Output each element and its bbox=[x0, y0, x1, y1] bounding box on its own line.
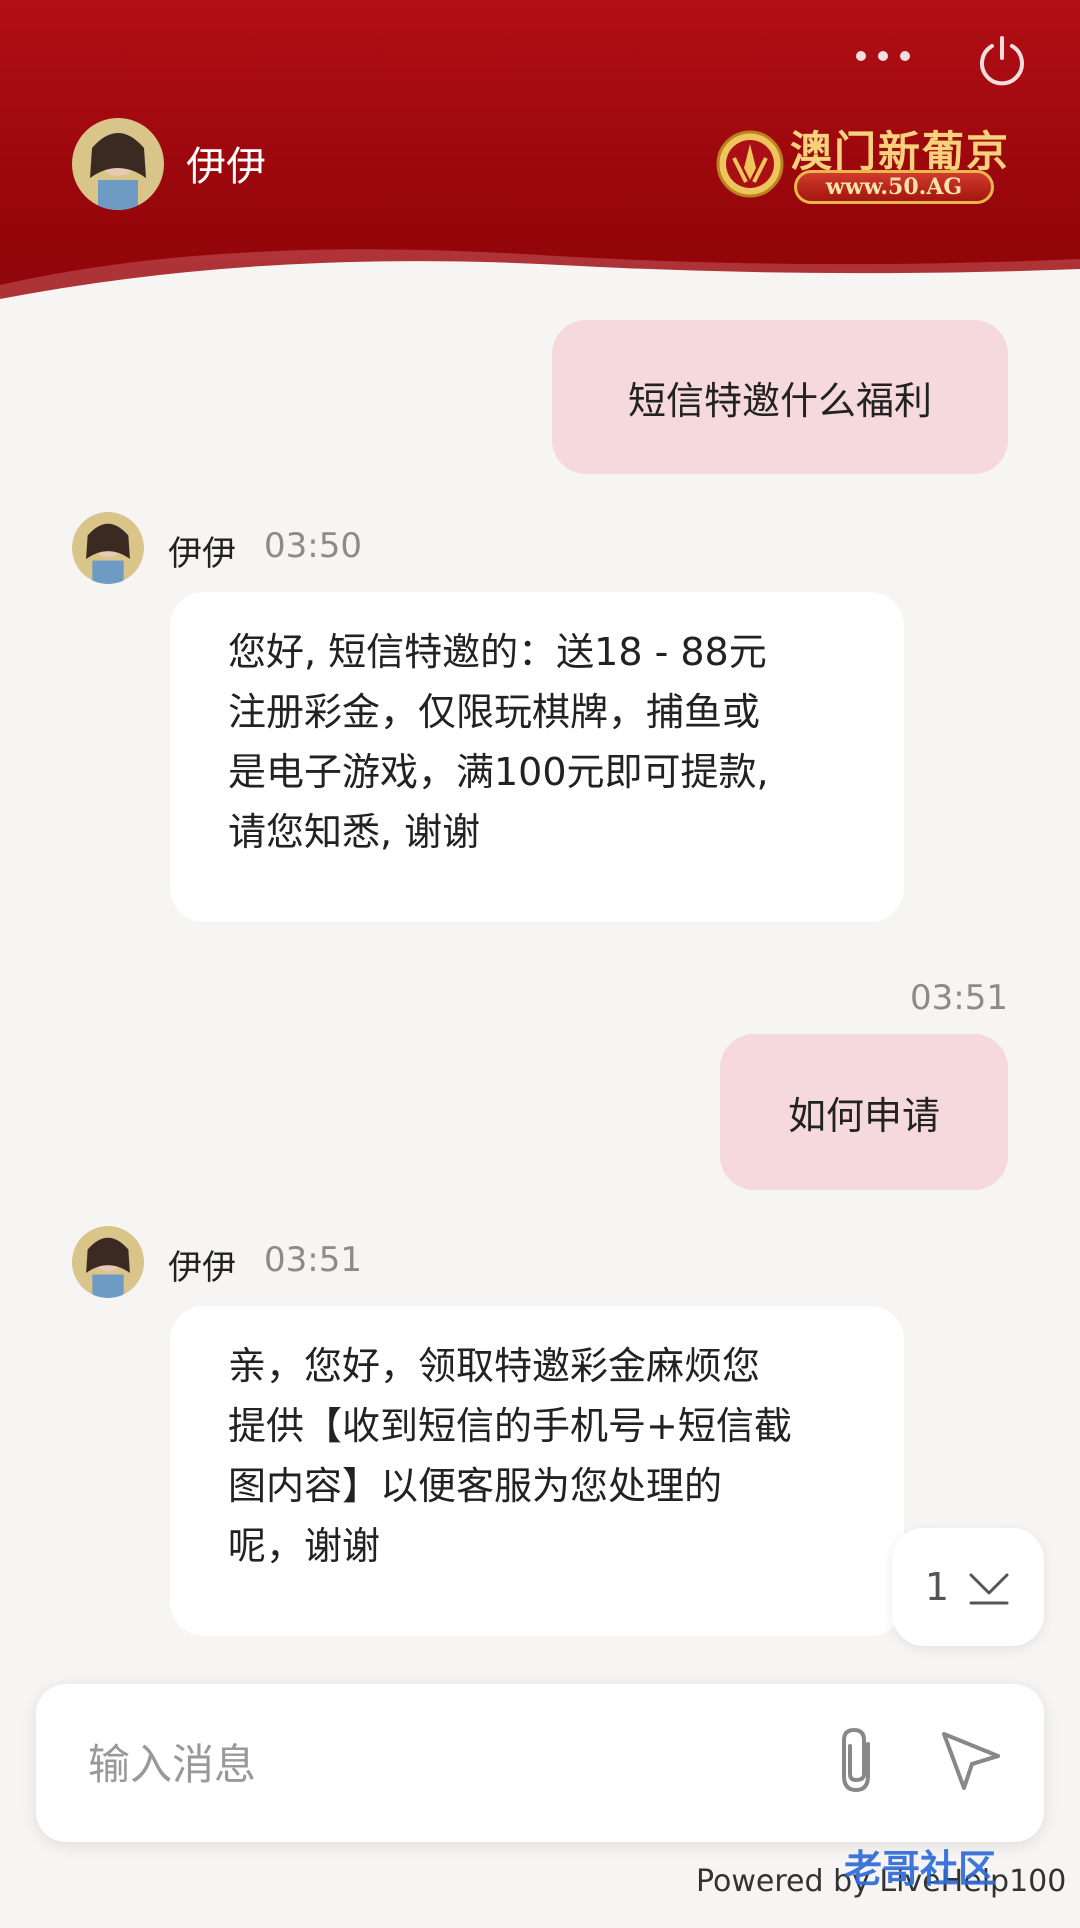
power-icon[interactable] bbox=[976, 34, 1028, 86]
message-time: 03:51 bbox=[910, 978, 1008, 1018]
attach-icon[interactable] bbox=[828, 1726, 888, 1796]
incoming-message[interactable]: 您好, 短信特邀的：送18 - 88元 注册彩金，仅限玩棋牌，捕鱼或 是电子游戏… bbox=[170, 592, 904, 922]
message-text: 如何申请 bbox=[787, 1093, 940, 1138]
message-line: 请您知悉, 谢谢 bbox=[228, 810, 481, 854]
agent-name: 伊伊 bbox=[186, 144, 266, 190]
agent-avatar bbox=[72, 118, 164, 210]
header-wave bbox=[0, 249, 1080, 305]
message-time: 03:51 bbox=[264, 1240, 362, 1280]
message-line: 呢，谢谢 bbox=[228, 1524, 381, 1568]
agent-avatar bbox=[72, 1226, 144, 1298]
message-time: 03:50 bbox=[264, 526, 362, 566]
watermark: 老哥社区 bbox=[844, 1847, 997, 1891]
sender-name: 伊伊 bbox=[168, 534, 236, 574]
scroll-to-new-button[interactable]: 1 bbox=[892, 1528, 1044, 1646]
send-icon[interactable] bbox=[938, 1726, 1004, 1792]
message-line: 亲，您好，领取特邀彩金麻烦您 bbox=[228, 1344, 761, 1388]
chevron-down-icon bbox=[969, 1573, 1009, 1605]
message-line: 是电子游戏，满100元即可提款, bbox=[228, 750, 769, 794]
message-text: 短信特邀什么福利 bbox=[627, 378, 932, 423]
composer bbox=[36, 1684, 1044, 1842]
message-line: 注册彩金，仅限玩棋牌，捕鱼或 bbox=[228, 690, 761, 734]
agent-avatar bbox=[72, 512, 144, 584]
message-line: 您好, 短信特邀的：送18 - 88元 bbox=[228, 630, 767, 674]
message-line: 提供【收到短信的手机号+短信截 bbox=[228, 1404, 792, 1448]
message-input[interactable] bbox=[86, 1724, 790, 1804]
message-line: 图内容】以便客服为您处理的 bbox=[228, 1464, 723, 1508]
outgoing-message[interactable]: 短信特邀什么福利 bbox=[552, 320, 1008, 474]
outgoing-message[interactable]: 如何申请 bbox=[720, 1034, 1008, 1190]
brand-url: www.50.AG bbox=[794, 170, 994, 204]
unread-count: 1 bbox=[924, 1565, 950, 1609]
sender-name: 伊伊 bbox=[168, 1248, 236, 1288]
incoming-message[interactable]: 亲，您好，领取特邀彩金麻烦您 提供【收到短信的手机号+短信截 图内容】以便客服为… bbox=[170, 1306, 904, 1636]
chat-header: 伊伊 澳门新葡京 www.50.AG bbox=[0, 0, 1080, 305]
more-icon[interactable] bbox=[856, 44, 910, 68]
